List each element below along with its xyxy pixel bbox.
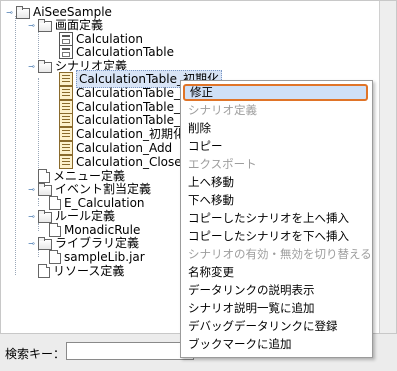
menu-item-show-datalink-description[interactable]: データリンクの説明表示 — [183, 282, 368, 299]
form-icon — [59, 45, 73, 59]
expand-toggle-icon[interactable]: ⊸ — [27, 239, 36, 248]
menu-item-register-debug-datalink[interactable]: デバッグデータリンクに登録 — [183, 318, 368, 335]
scenario-icon — [59, 141, 73, 155]
expand-toggle-icon[interactable]: ⊸ — [5, 8, 14, 17]
scenario-icon — [59, 86, 73, 100]
menu-item-insert-copied-below[interactable]: コピーしたシナリオを下へ挿入 — [183, 228, 368, 245]
tree-node-resource-definitions[interactable]: リソース定義 — [38, 263, 124, 279]
scenario-icon — [59, 72, 73, 86]
menu-item-edit[interactable]: 修正 — [183, 84, 368, 101]
folder-icon — [38, 209, 52, 223]
menu-item-scenario-definition: シナリオ定義 — [188, 103, 257, 117]
expand-toggle-icon[interactable]: ⊸ — [27, 212, 36, 221]
menu-item-export: エクスポート — [188, 157, 257, 171]
folder-icon — [38, 182, 52, 196]
scenario-icon — [59, 113, 73, 127]
menu-item-add-bookmark[interactable]: ブックマークに追加 — [183, 336, 368, 353]
menu-item-move-up[interactable]: 上へ移動 — [183, 174, 368, 191]
folder-icon — [38, 59, 52, 73]
search-input[interactable] — [66, 342, 194, 360]
tree-guide-line — [38, 223, 39, 231]
expand-toggle-icon[interactable]: ⊸ — [27, 62, 36, 71]
context-menu: 修正 シナリオ定義 削除 コピー エクスポート 上へ移動 下へ移動 コピーしたシ… — [180, 80, 373, 358]
menu-item-move-down[interactable]: 下へ移動 — [183, 192, 368, 209]
document-icon — [38, 264, 50, 278]
menu-item-insert-copied-above[interactable]: コピーしたシナリオを上へ挿入 — [183, 210, 368, 227]
tree-guide-line — [38, 198, 39, 206]
menu-item-toggle-enabled: シナリオの有効・無効を切り替える — [188, 247, 372, 261]
folder-icon — [38, 18, 52, 32]
scenario-icon — [59, 127, 73, 141]
menu-item-delete[interactable]: 削除 — [183, 120, 368, 137]
tree-guide-line — [38, 31, 39, 59]
scenario-icon — [59, 155, 73, 169]
menu-item-rename[interactable]: 名称変更 — [183, 264, 368, 281]
tree-guide-line — [15, 16, 16, 275]
menu-item-copy[interactable]: コピー — [183, 138, 368, 155]
tree-guide-line — [38, 78, 39, 168]
search-label: 検索キー： — [5, 347, 66, 361]
expand-toggle-icon[interactable]: ⊸ — [27, 185, 36, 194]
tree-vertical-scrollbar[interactable] — [379, 1, 396, 334]
menu-item-add-to-scenario-list[interactable]: シナリオ説明一覧に追加 — [183, 300, 368, 317]
expand-toggle-icon[interactable]: ⊸ — [27, 21, 36, 30]
folder-icon — [38, 236, 52, 250]
tree-node-label: リソース定義 — [53, 264, 125, 278]
document-icon — [49, 250, 61, 264]
